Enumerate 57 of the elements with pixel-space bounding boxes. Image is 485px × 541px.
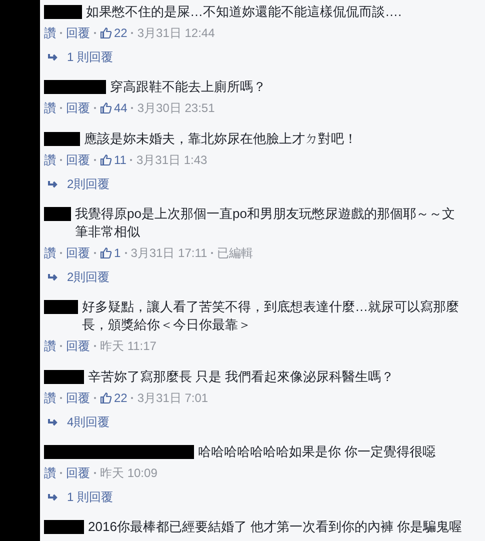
comment-text: 穿高跟鞋不能去上廁所嗎？	[110, 78, 267, 96]
like-link[interactable]: 讚	[44, 464, 56, 482]
reply-arrow-icon	[48, 272, 59, 282]
like-link[interactable]: 讚	[44, 337, 56, 355]
replies-link[interactable]: 2則回覆	[67, 268, 110, 286]
comment-time[interactable]: 昨天 10:09	[100, 464, 158, 482]
reply-link[interactable]: 回覆	[66, 464, 90, 482]
comment-text: 我覺得原po是上次那個一直po和男朋友玩憋尿遊戲的那個耶～～文筆非常相似	[75, 205, 456, 241]
comment-time[interactable]: 3月30日 23:51	[137, 99, 215, 117]
redacted-name	[44, 80, 106, 94]
comment-text: 2016你最棒都已經要結婚了 他才第一次看到你的內褲 你是騙鬼喔	[88, 518, 464, 536]
comment-time[interactable]: 昨天 11:17	[100, 337, 156, 355]
like-count[interactable]: 44	[100, 99, 128, 117]
comment-text: 辛苦妳了寫那麼長 只是 我們看起來像泌尿科醫生嗎？	[88, 368, 396, 386]
redacted-name	[44, 300, 78, 314]
redacted-name	[44, 207, 71, 221]
reply-link[interactable]: 回覆	[66, 389, 90, 407]
redacted-name	[44, 5, 82, 19]
like-link[interactable]: 讚	[44, 389, 56, 407]
thumbs-up-icon	[100, 27, 112, 39]
redacted-name	[44, 370, 84, 384]
comment-text: 應該是妳未婚夫，靠北妳尿在他臉上才ㄉ對吧！	[84, 130, 358, 148]
reply-arrow-icon	[48, 52, 59, 62]
reply-link[interactable]: 回覆	[66, 99, 90, 117]
redacted-name	[44, 132, 80, 146]
reply-link[interactable]: 回覆	[66, 244, 90, 262]
thumbs-up-icon	[100, 102, 112, 114]
replies-link[interactable]: 4則回覆	[67, 413, 110, 431]
like-link[interactable]: 讚	[44, 99, 56, 117]
replies-link[interactable]: 1 則回覆	[67, 488, 114, 506]
like-link[interactable]: 讚	[44, 24, 56, 42]
like-count[interactable]: 1	[100, 244, 121, 262]
comment-time[interactable]: 3月31日 7:01	[137, 389, 208, 407]
thumbs-up-icon	[100, 392, 112, 404]
reply-link[interactable]: 回覆	[66, 151, 90, 169]
thumbs-up-icon	[100, 247, 112, 259]
comment-text: 哈哈哈哈哈哈哈如果是你 你一定覺得很噁	[198, 443, 437, 461]
reply-link[interactable]: 回覆	[66, 337, 90, 355]
like-link[interactable]: 讚	[44, 151, 56, 169]
reply-link[interactable]: 回覆	[66, 24, 90, 42]
like-count[interactable]: 22	[100, 389, 128, 407]
reply-arrow-icon	[48, 418, 59, 426]
replies-link[interactable]: 1 則回覆	[67, 48, 114, 66]
like-link[interactable]: 讚	[44, 244, 56, 262]
replies-link[interactable]: 2則回覆	[67, 175, 110, 193]
comment-text: 好多疑點，讓人看了苦笑不得，到底想表達什麼…就尿可以寫那麼長，頒獎給你＜今日你最靠＞	[82, 298, 460, 334]
redacted-name	[44, 520, 84, 534]
like-count[interactable]: 11	[100, 151, 126, 169]
like-count[interactable]: 22	[100, 24, 128, 42]
edited-label[interactable]: 已編輯	[217, 244, 254, 262]
comment-text: 如果憋不住的是屎…不知道妳還能不能這樣侃侃而談….	[86, 3, 403, 21]
thumbs-up-icon	[100, 154, 112, 166]
comment-time[interactable]: 3月31日 17:11	[130, 244, 208, 262]
reply-arrow-icon	[48, 492, 59, 502]
reply-arrow-icon	[48, 180, 59, 188]
comment-time[interactable]: 3月31日 12:44	[137, 24, 215, 42]
comment-time[interactable]: 3月31日 1:43	[136, 151, 208, 169]
